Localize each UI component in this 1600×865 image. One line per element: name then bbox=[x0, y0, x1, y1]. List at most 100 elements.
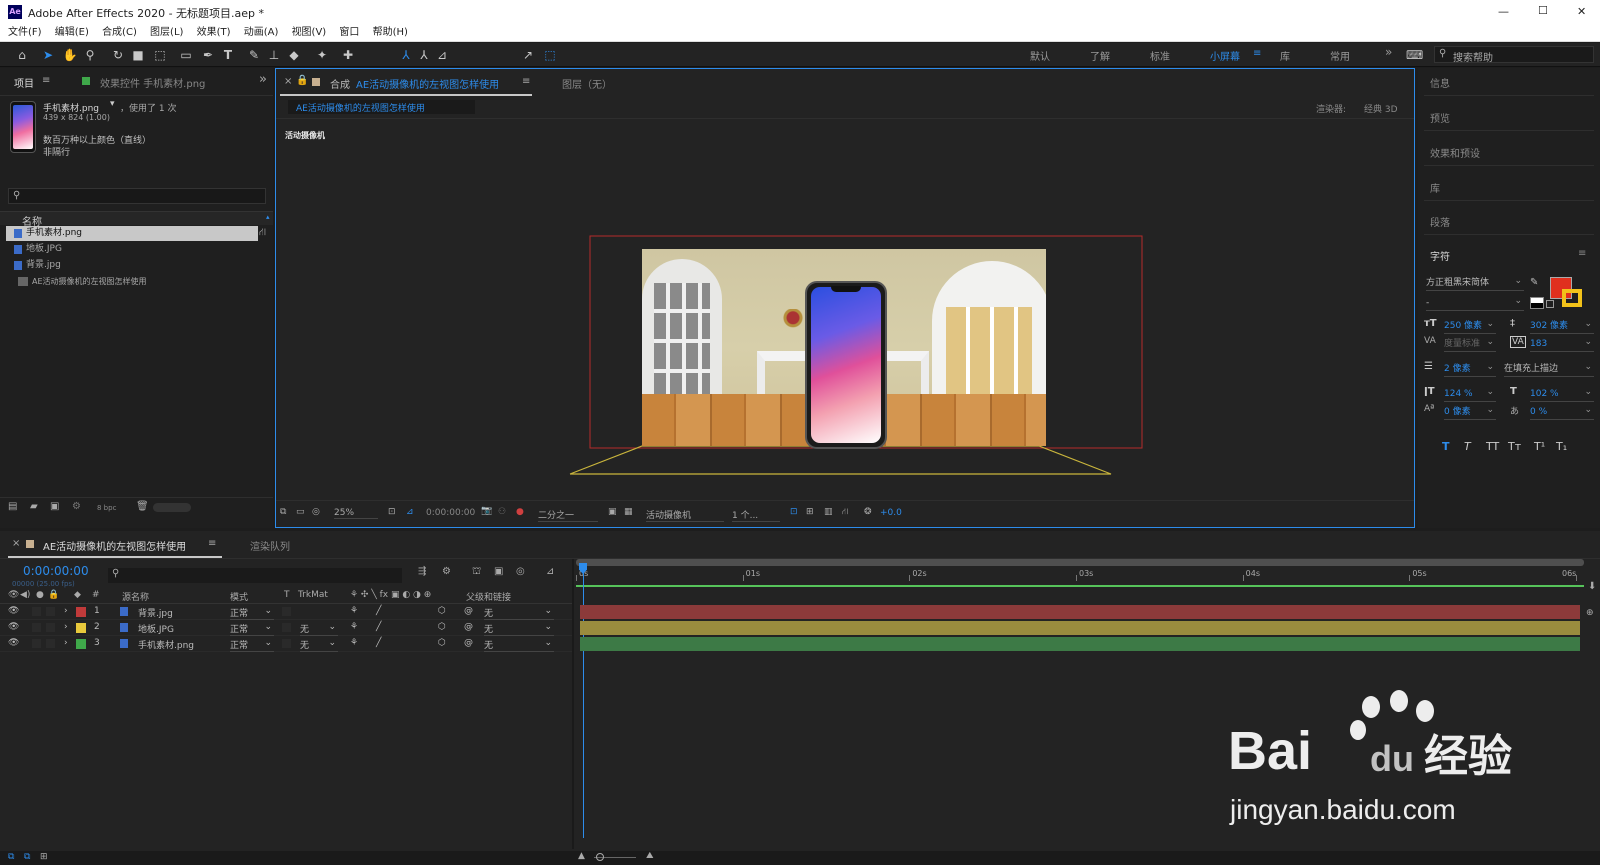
project-settings-icon[interactable]: ⚙ bbox=[72, 501, 81, 512]
resolution-select[interactable]: 二分之一 bbox=[538, 508, 598, 522]
stroke-color-swatch[interactable] bbox=[1562, 289, 1582, 307]
snap-icon[interactable]: ↗ bbox=[520, 47, 536, 63]
mode-select[interactable]: 正常 ⌄ bbox=[230, 622, 274, 636]
workspace-libraries[interactable]: 库 bbox=[1280, 48, 1290, 63]
visibility-toggle-icon[interactable]: 👁 bbox=[8, 638, 19, 648]
zoom-slider-handle[interactable] bbox=[596, 853, 604, 861]
thumbnail-slider[interactable] bbox=[153, 503, 191, 512]
maximize-button[interactable]: ☐ bbox=[1538, 4, 1548, 17]
camera-select[interactable]: 活动摄像机 bbox=[646, 508, 724, 522]
quality-switch-icon[interactable]: ╱ bbox=[376, 622, 381, 632]
preserve-transparency-checkbox[interactable] bbox=[282, 623, 291, 632]
parent-select[interactable]: 无 ⌄ bbox=[484, 606, 554, 620]
tab-timeline[interactable]: AE活动摄像机的左视图怎样使用 bbox=[43, 538, 186, 553]
comp-menu-icon[interactable]: ≡ bbox=[522, 76, 530, 87]
zoom-in-icon[interactable]: ⛰ bbox=[646, 851, 654, 861]
always-preview-icon[interactable]: ⧉ bbox=[280, 507, 286, 517]
timeline-menu-icon[interactable]: ≡ bbox=[208, 538, 216, 549]
workspace-default[interactable]: 默认 bbox=[1030, 48, 1050, 63]
expand-chevron-icon[interactable]: › bbox=[64, 606, 68, 616]
clone-stamp-tool-icon[interactable]: ⊥ bbox=[266, 47, 282, 63]
rotate-tool-icon[interactable]: ↻ bbox=[110, 47, 126, 63]
camera-tool-icon[interactable]: ■ bbox=[130, 47, 146, 63]
workspace-menu-icon[interactable]: ≡ bbox=[1253, 48, 1261, 59]
layer-search-input[interactable]: ⚲ bbox=[108, 568, 402, 583]
layer-row[interactable]: 👁 › 1 背景.jpg 正常 ⌄ ⚘ ╱ ⬡ @ 无 ⌄ bbox=[0, 604, 572, 620]
brush-tool-icon[interactable]: ✎ bbox=[246, 47, 262, 63]
font-style-select[interactable]: - bbox=[1426, 295, 1524, 311]
work-area-bar[interactable] bbox=[576, 559, 1584, 566]
trkmat-select[interactable]: 无 ⌄ bbox=[300, 638, 338, 652]
workspace-small-screen[interactable]: 小屏幕 bbox=[1210, 48, 1240, 63]
workspace-standard[interactable]: 标准 bbox=[1150, 48, 1170, 63]
vertical-scale-field[interactable]: 124 % bbox=[1444, 386, 1496, 402]
superscript-button[interactable]: T¹ bbox=[1534, 440, 1545, 453]
column-t[interactable]: T bbox=[284, 590, 290, 600]
label-color[interactable] bbox=[76, 639, 86, 649]
pan-behind-tool-icon[interactable]: ⬚ bbox=[152, 47, 168, 63]
close-button[interactable]: ✕ bbox=[1577, 5, 1586, 18]
visibility-toggle-icon[interactable]: 👁 bbox=[8, 622, 19, 632]
shy-switch-icon[interactable]: ⚘ bbox=[350, 606, 358, 616]
black-white-swatch[interactable] bbox=[1530, 297, 1544, 309]
mode-select[interactable]: 正常 ⌄ bbox=[230, 606, 274, 620]
column-parent[interactable]: 父级和链接 bbox=[466, 590, 511, 603]
panel-info[interactable]: 信息 bbox=[1430, 75, 1450, 90]
frame-blending-icon[interactable]: ▣ bbox=[494, 566, 503, 577]
monitor-icon[interactable]: ▭ bbox=[296, 507, 305, 517]
subscript-button[interactable]: T₁ bbox=[1556, 440, 1567, 453]
eraser-tool-icon[interactable]: ◆ bbox=[286, 47, 302, 63]
layer-name[interactable]: 背景.jpg bbox=[138, 606, 173, 619]
roto-brush-tool-icon[interactable]: ✦ bbox=[314, 47, 330, 63]
list-item[interactable]: 手机素材.png bbox=[6, 226, 258, 241]
end-marker-icon[interactable]: ⬇ bbox=[1588, 581, 1596, 592]
menu-animation[interactable]: 动画(A) bbox=[244, 24, 279, 42]
project-menu-icon[interactable]: ≡ bbox=[42, 75, 50, 86]
menu-layer[interactable]: 图层(L) bbox=[150, 24, 183, 42]
quality-switch-icon[interactable]: ╱ bbox=[376, 638, 381, 648]
timeline-timecode[interactable]: 0:00:00:00 bbox=[23, 564, 89, 578]
horizontal-scale-field[interactable]: 102 % bbox=[1530, 386, 1594, 402]
preserve-transparency-checkbox[interactable] bbox=[282, 607, 291, 616]
safe-zones-icon[interactable]: ⊿ bbox=[406, 507, 414, 517]
tracking-field[interactable]: 183 bbox=[1530, 336, 1594, 352]
snap-options-icon[interactable]: ⬚ bbox=[542, 47, 558, 63]
snapshot-icon[interactable]: 📷 bbox=[481, 506, 492, 516]
column-mode[interactable]: 模式 bbox=[230, 590, 248, 603]
zoom-tool-icon[interactable]: ⚲ bbox=[82, 47, 98, 63]
font-size-field[interactable]: 250 像素 bbox=[1444, 318, 1496, 334]
column-trkmat[interactable]: TrkMat bbox=[298, 590, 328, 600]
faux-bold-button[interactable]: T bbox=[1442, 440, 1450, 453]
rectangle-tool-icon[interactable]: ▭ bbox=[178, 47, 194, 63]
stroke-width-field[interactable]: 2 像素 bbox=[1444, 361, 1496, 377]
character-menu-icon[interactable]: ≡ bbox=[1578, 248, 1586, 259]
list-item[interactable]: AE活动摄像机的左视图怎样使用 bbox=[6, 274, 258, 289]
toggle-timing-icon[interactable]: ⊞ bbox=[40, 852, 48, 862]
visibility-toggle-icon[interactable]: 👁 bbox=[8, 606, 19, 616]
graph-editor-icon[interactable]: ⊿ bbox=[546, 566, 554, 577]
bpc-label[interactable]: 8 bpc bbox=[97, 504, 116, 512]
kerning-field[interactable]: 度量标准 bbox=[1444, 336, 1496, 352]
tab-composition-name[interactable]: AE活动摄像机的左视图怎样使用 bbox=[356, 76, 499, 91]
views-select[interactable]: 1 个... bbox=[732, 508, 780, 522]
asset-dropdown-icon[interactable]: ▾ bbox=[110, 99, 115, 109]
menu-window[interactable]: 窗口 bbox=[339, 24, 359, 42]
3d-layer-icon[interactable]: ⬡ bbox=[438, 622, 446, 632]
layer-row[interactable]: 👁 › 2 地板.JPG 正常 ⌄ 无 ⌄ ⚘ ╱ ⬡ @ 无 ⌄ bbox=[0, 620, 572, 636]
menu-effect[interactable]: 效果(T) bbox=[197, 24, 231, 42]
menu-composition[interactable]: 合成(C) bbox=[102, 24, 137, 42]
layer-name[interactable]: 手机素材.png bbox=[138, 638, 194, 651]
menu-edit[interactable]: 编辑(E) bbox=[55, 24, 89, 42]
flowchart-icon[interactable]: ⛙ bbox=[259, 227, 266, 240]
workspace-overflow-icon[interactable]: » bbox=[1385, 45, 1392, 59]
project-search-input[interactable]: ⚲ bbox=[8, 188, 266, 204]
pick-whip-icon[interactable]: @ bbox=[464, 622, 473, 632]
mask-visibility-icon[interactable]: ◎ bbox=[312, 507, 320, 517]
expand-chevron-icon[interactable]: › bbox=[64, 622, 68, 632]
solo-checkbox[interactable] bbox=[32, 639, 41, 648]
tab-layer[interactable]: 图层（无） bbox=[562, 76, 612, 91]
eyedropper-icon[interactable]: ✎ bbox=[1530, 277, 1538, 288]
tsume-field[interactable]: 0 % bbox=[1530, 404, 1594, 420]
panel-character[interactable]: 字符 bbox=[1430, 248, 1450, 263]
exposure-icon[interactable]: ❂ bbox=[864, 507, 872, 517]
